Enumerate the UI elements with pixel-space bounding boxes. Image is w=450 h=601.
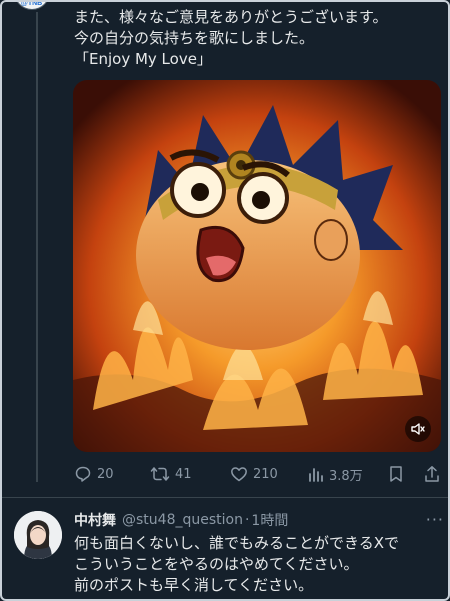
tweet-text-line: 「Enjoy My Love」	[74, 50, 212, 68]
reply-action[interactable]: 20	[74, 462, 114, 486]
timeline-screen: @TNB また、様々なご意見をありがとうございます。 今の自分の気持ちを歌にしま…	[0, 0, 450, 601]
tweet-text-line: 今の自分の気持ちを歌にしました。	[74, 29, 315, 47]
reply-text: 何も面白くないし、誰でもみることができるXで こういうことをやるのはやめてくださ…	[74, 533, 446, 596]
repost-count: 41	[175, 466, 192, 482]
profile-photo	[14, 511, 62, 559]
mute-button[interactable]	[405, 416, 431, 442]
author-avatar[interactable]: @TNB	[14, 0, 50, 10]
divider	[2, 497, 448, 498]
reply-timestamp[interactable]: 1時間	[251, 510, 288, 530]
reply-text-line: 前のポストも早く消してください。	[74, 576, 314, 594]
more-options-button[interactable]: ···	[426, 510, 444, 529]
view-count: 3.8万	[329, 468, 363, 484]
reply-author-name[interactable]: 中村舞	[74, 510, 116, 530]
thread-line	[36, 12, 38, 482]
views-action[interactable]: 3.8万	[308, 462, 363, 486]
tweet-text-line: また、様々なご意見をありがとうございます。	[74, 8, 388, 26]
tweet-text: また、様々なご意見をありがとうございます。 今の自分の気持ちを歌にしました。 「…	[74, 7, 444, 70]
like-action[interactable]: 210	[230, 462, 278, 486]
reply-text-line: 何も面白くないし、誰でもみることができるXで	[74, 534, 399, 552]
tweet-video[interactable]	[73, 80, 441, 452]
speaker-muted-icon	[411, 423, 425, 435]
share-action[interactable]	[424, 462, 440, 486]
repost-action[interactable]: 41	[150, 462, 192, 486]
views-icon	[309, 468, 323, 482]
bookmark-icon	[390, 466, 402, 482]
reply-author-handle[interactable]: @stu48_question	[122, 512, 243, 528]
share-icon	[425, 466, 439, 482]
reply-header: 中村舞 @stu48_question · 1時間 ···	[74, 510, 444, 530]
like-count: 210	[253, 466, 278, 482]
reply-separator: ·	[244, 512, 250, 528]
reply-icon	[75, 466, 91, 482]
reply-count: 20	[97, 466, 114, 482]
reply-text-line: こういうことをやるのはやめてください。	[74, 555, 359, 573]
like-icon	[231, 467, 247, 482]
repost-icon	[150, 467, 170, 481]
bookmark-action[interactable]	[388, 462, 404, 486]
reply-avatar[interactable]	[14, 511, 62, 559]
flaming-cartoon-head-image	[73, 80, 441, 452]
avatar-label: @TNB	[21, 0, 43, 7]
tweet-actions: 20 41 210 3.8万	[74, 462, 444, 486]
